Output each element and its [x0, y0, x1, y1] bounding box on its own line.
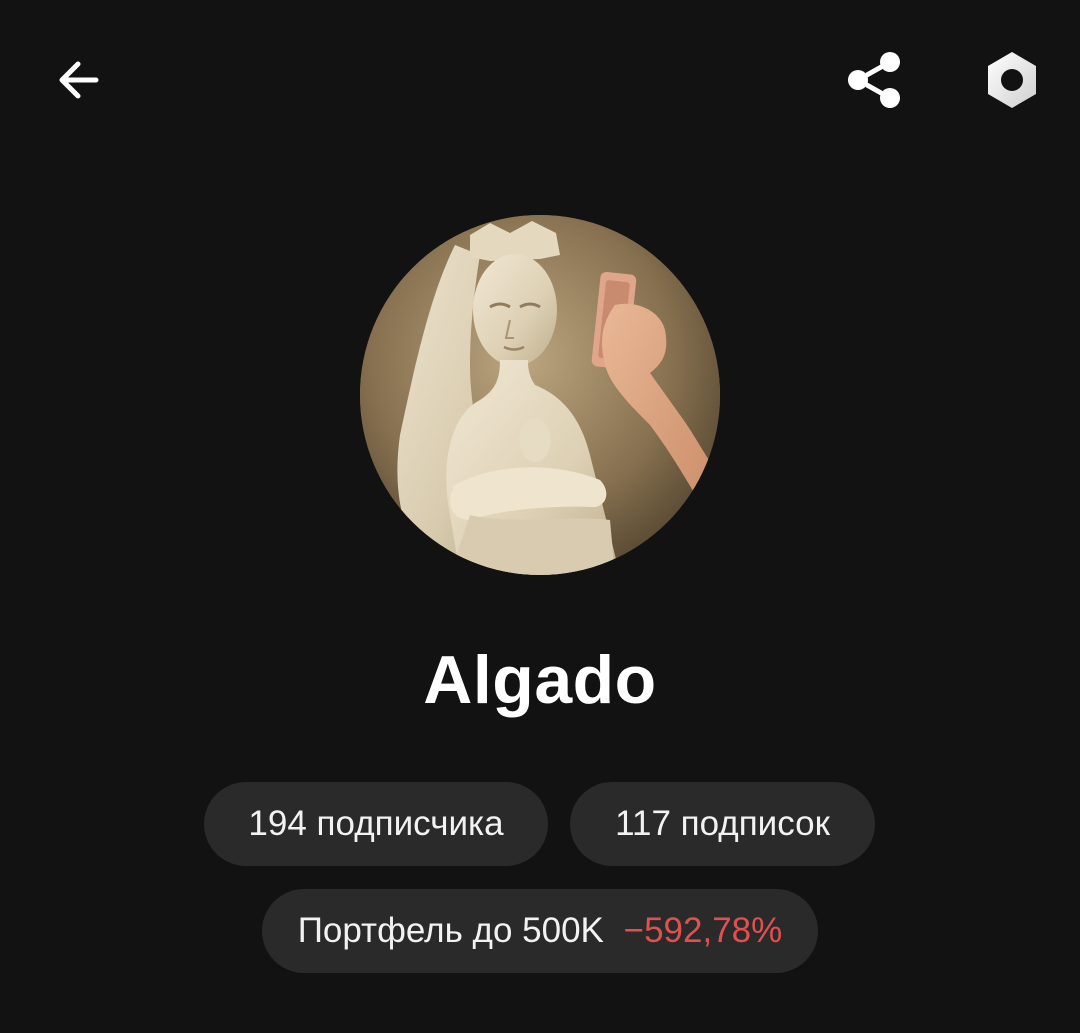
- followers-button[interactable]: 194 подписчика: [204, 782, 548, 866]
- following-button[interactable]: 117 подписок: [570, 782, 875, 866]
- followers-label: 194 подписчика: [248, 804, 504, 843]
- top-bar: [0, 0, 1080, 160]
- share-button[interactable]: [834, 40, 914, 120]
- portfolio-change: −592,78%: [623, 911, 783, 950]
- settings-button[interactable]: [972, 40, 1052, 120]
- avatar-image: [360, 215, 720, 575]
- following-label: 117 подписок: [615, 804, 830, 843]
- hexagon-gear-icon: [988, 52, 1036, 108]
- portfolio-name: Портфель до 500K: [297, 911, 604, 950]
- portfolio-button[interactable]: Портфель до 500K −592,78%: [262, 889, 818, 973]
- username: Algado: [423, 642, 657, 718]
- back-button[interactable]: [38, 40, 118, 120]
- arrow-left-icon: [59, 61, 99, 99]
- share-icon: [848, 52, 900, 108]
- avatar[interactable]: [360, 215, 720, 575]
